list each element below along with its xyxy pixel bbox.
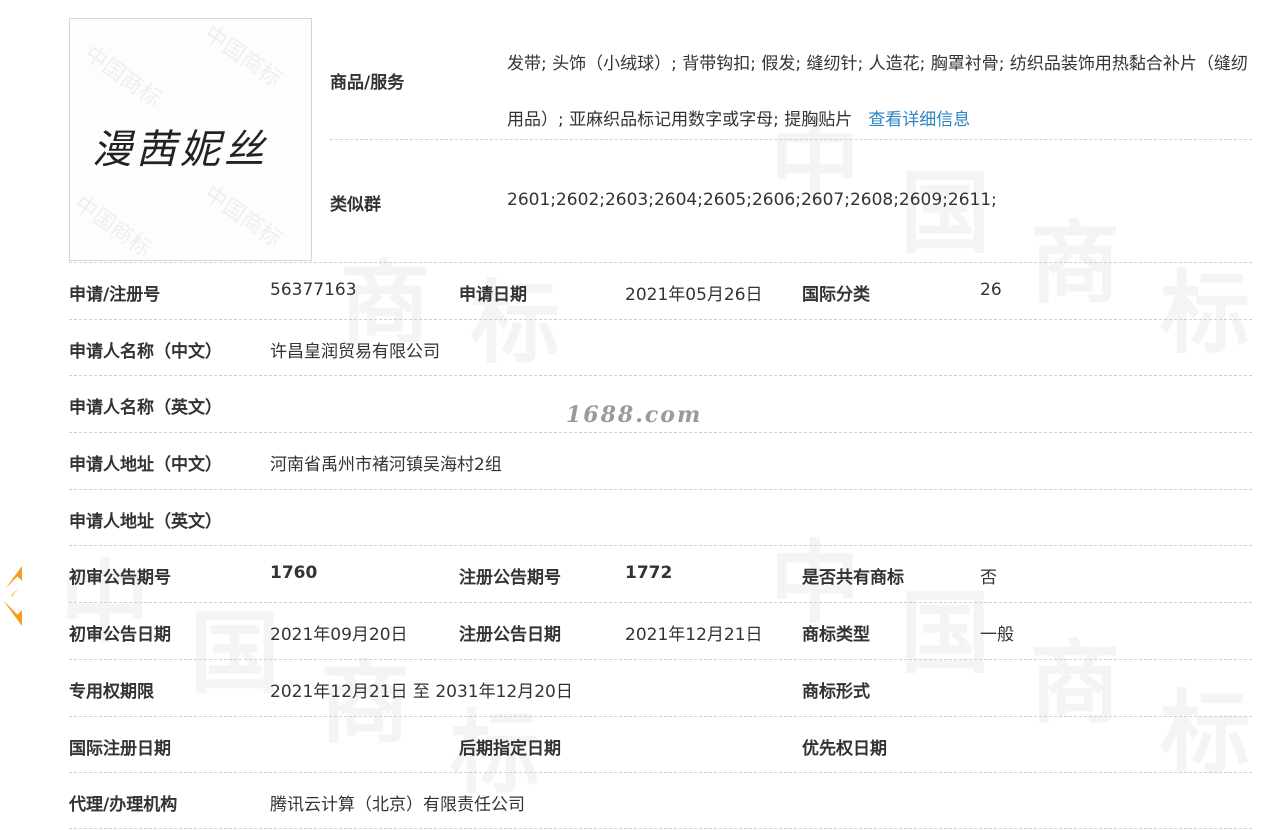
field-value: 1760 bbox=[270, 563, 318, 584]
field-value: 腾讯云计算（北京）有限责任公司 bbox=[270, 795, 525, 816]
table-row: 国际注册日期 后期指定日期 优先权日期 bbox=[69, 715, 1252, 773]
field-label: 申请人名称（中文） bbox=[69, 341, 222, 362]
trademark-mark-text: 漫茜妮丝 bbox=[92, 127, 268, 173]
table-row: 申请人名称（中文） 许昌皇润贸易有限公司 bbox=[69, 318, 1252, 376]
field-label: 申请/注册号 bbox=[69, 285, 161, 305]
field-label: 申请人名称（英文） bbox=[69, 398, 222, 419]
goods-label: 商品/服务 bbox=[330, 73, 405, 93]
field-value: 河南省禹州市褚河镇吴海村2组 bbox=[270, 455, 502, 476]
chevron-left-icon[interactable] bbox=[0, 562, 22, 630]
view-details-link[interactable]: 查看详细信息 bbox=[868, 110, 970, 130]
logo-watermark: 中国商标 bbox=[69, 191, 156, 261]
field-label: 后期指定日期 bbox=[459, 738, 561, 759]
table-row: 专用权期限 2021年12月21日 至 2031年12月20日 商标形式 bbox=[69, 658, 1252, 716]
field-value: 许昌皇润贸易有限公司 bbox=[270, 341, 440, 362]
field-label: 申请日期 bbox=[459, 285, 527, 305]
detail-table: 申请/注册号 56377163 申请日期 2021年05月26日 国际分类 26… bbox=[69, 262, 1252, 829]
table-row: 申请人地址（中文） 河南省禹州市褚河镇吴海村2组 bbox=[69, 432, 1252, 489]
goods-row: 商品/服务 发带; 头饰（小绒球）; 背带钩扣; 假发; 缝纫针; 人造花; 胸… bbox=[330, 18, 1252, 140]
similar-group-label: 类似群 bbox=[330, 195, 381, 215]
field-value: 一般 bbox=[980, 625, 1014, 646]
field-label: 初审公告日期 bbox=[69, 625, 171, 646]
field-label: 注册公告期号 bbox=[459, 568, 561, 589]
field-label: 国际注册日期 bbox=[69, 738, 171, 759]
field-label: 代理/办理机构 bbox=[69, 795, 178, 816]
trademark-image: 中国商标 中国商标 中国商标 中国商标 漫茜妮丝 bbox=[69, 18, 312, 261]
field-label: 注册公告日期 bbox=[459, 625, 561, 646]
field-value: 2021年09月20日 bbox=[270, 625, 408, 646]
field-label: 是否共有商标 bbox=[802, 568, 904, 589]
table-row: 申请人地址（英文） bbox=[69, 488, 1252, 546]
field-label: 国际分类 bbox=[802, 285, 870, 305]
field-label: 初审公告期号 bbox=[69, 568, 171, 589]
field-value: 否 bbox=[980, 568, 997, 589]
field-label: 申请人地址（中文） bbox=[69, 455, 222, 476]
field-label: 商标类型 bbox=[802, 625, 870, 646]
field-value: 26 bbox=[980, 280, 1002, 300]
logo-watermark: 中国商标 bbox=[79, 41, 166, 113]
field-label: 优先权日期 bbox=[802, 738, 887, 759]
similar-group-value: 2601;2602;2603;2604;2605;2606;2607;2608;… bbox=[507, 190, 997, 210]
table-row: 初审公告日期 2021年09月20日 注册公告日期 2021年12月21日 商标… bbox=[69, 602, 1252, 659]
logo-watermark: 中国商标 bbox=[199, 181, 286, 253]
field-value: 56377163 bbox=[270, 280, 357, 300]
field-label: 申请人地址（英文） bbox=[69, 511, 222, 532]
site-watermark: 1688.com bbox=[566, 402, 703, 428]
field-value: 2021年05月26日 bbox=[625, 285, 763, 305]
table-row: 申请/注册号 56377163 申请日期 2021年05月26日 国际分类 26 bbox=[69, 262, 1252, 319]
table-row: 初审公告期号 1760 注册公告期号 1772 是否共有商标 否 bbox=[69, 545, 1252, 602]
field-label: 商标形式 bbox=[802, 681, 870, 702]
table-row: 代理/办理机构 腾讯云计算（北京）有限责任公司 bbox=[69, 772, 1252, 829]
field-value: 2021年12月21日 至 2031年12月20日 bbox=[270, 681, 573, 702]
logo-watermark: 中国商标 bbox=[199, 21, 286, 93]
field-value: 2021年12月21日 bbox=[625, 625, 763, 646]
goods-list: 发带; 头饰（小绒球）; 背带钩扣; 假发; 缝纫针; 人造花; 胸罩衬骨; 纺… bbox=[507, 36, 1252, 148]
field-label: 专用权期限 bbox=[69, 681, 154, 702]
field-value: 1772 bbox=[625, 563, 673, 584]
similar-group-row: 类似群 2601;2602;2603;2604;2605;2606;2607;2… bbox=[330, 140, 1252, 262]
